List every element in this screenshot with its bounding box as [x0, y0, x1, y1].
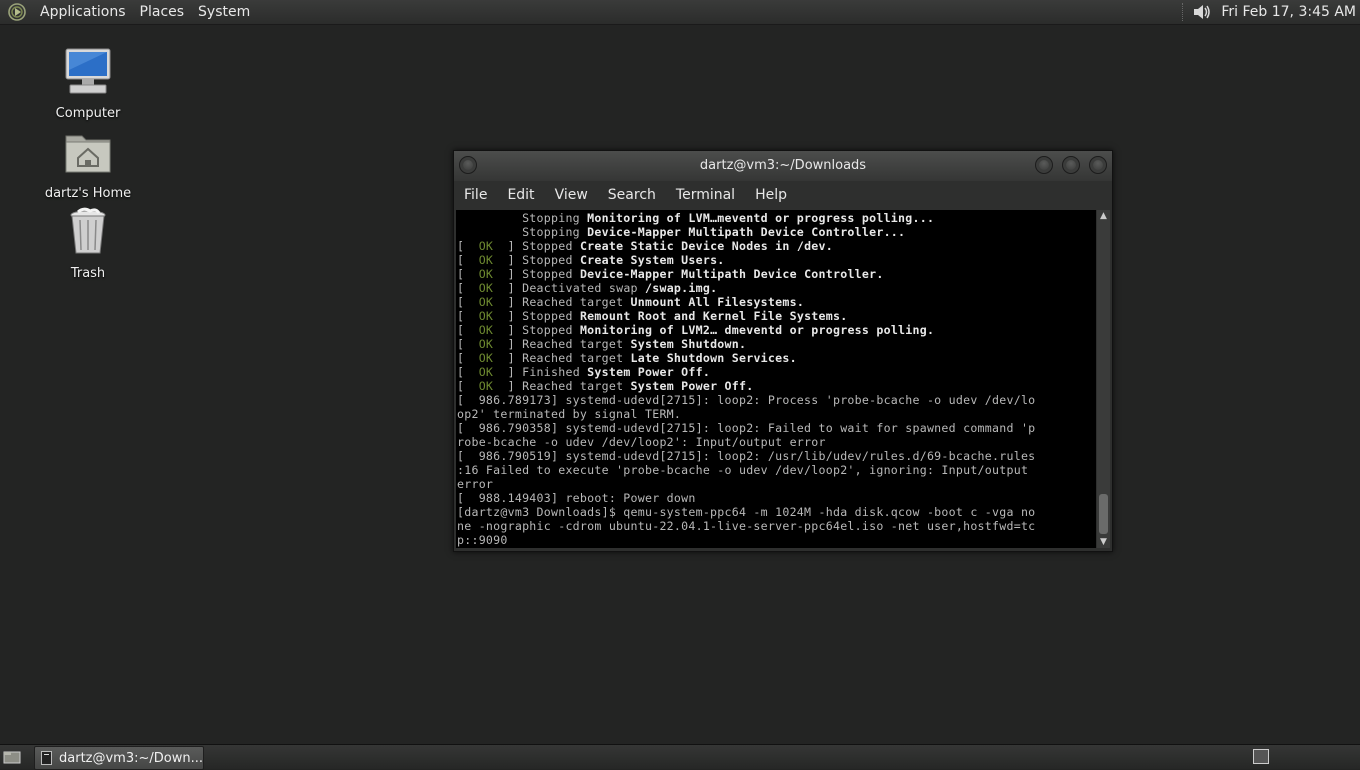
terminal-window[interactable]: dartz@vm3:~/Downloads File Edit View Sea…	[453, 150, 1113, 552]
unit-name: Unmount All Filesystems.	[630, 295, 805, 309]
unit-name: /swap.img.	[645, 281, 718, 295]
menu-terminal[interactable]: Terminal	[666, 181, 745, 209]
ok-status: OK	[478, 309, 494, 323]
scroll-thumb[interactable]	[1099, 494, 1108, 534]
unit-name: Create Static Device Nodes in /dev.	[579, 239, 833, 253]
bottom-panel: dartz@vm3:~/Down...	[0, 744, 1360, 770]
ok-status: OK	[478, 337, 494, 351]
scroll-down-arrow-icon[interactable]: ▼	[1097, 536, 1110, 548]
distro-logo-icon[interactable]	[7, 2, 27, 22]
desktop-icon-trash[interactable]: Trash	[33, 206, 143, 281]
ok-status: OK	[478, 379, 494, 393]
workspace-switcher[interactable]	[1253, 749, 1269, 764]
ok-status: OK	[478, 253, 494, 267]
unit-name: System Shutdown.	[630, 337, 747, 351]
show-desktop-icon[interactable]	[3, 749, 21, 765]
unit-name: System Power Off.	[630, 379, 754, 393]
ok-status: OK	[478, 267, 494, 281]
desktop-icon-label: dartz's Home	[44, 186, 132, 201]
terminal-line: [ OK ] Reached target System Power Off.	[457, 379, 754, 393]
tray-separator	[1182, 3, 1185, 21]
home-folder-icon	[65, 135, 111, 173]
terminal-line: [ OK ] Finished System Power Off.	[457, 365, 711, 379]
menu-view[interactable]: View	[545, 181, 598, 209]
menu-edit[interactable]: Edit	[497, 181, 544, 209]
trash-icon	[70, 207, 106, 254]
unit-name: Remount Root and Kernel File Systems.	[579, 309, 848, 323]
window-titlebar[interactable]: dartz@vm3:~/Downloads	[454, 151, 1112, 181]
terminal-line: [ OK ] Stopped Create Static Device Node…	[457, 239, 833, 253]
terminal-line: [ OK ] Stopped Monitoring of LVM2… dmeve…	[457, 323, 935, 337]
terminal-line: robe-bcache -o udev /dev/loop2': Input/o…	[457, 435, 826, 449]
system-tray: Fri Feb 17, 3:45 AM	[1182, 0, 1356, 24]
task-label: dartz@vm3:~/Down...	[59, 750, 203, 766]
unit-name: Monitoring of LVM…meventd or progress po…	[587, 211, 935, 225]
menu-search[interactable]: Search	[598, 181, 666, 209]
desktop-icon-label: Trash	[70, 266, 106, 281]
terminal-line: [ OK ] Stopped Remount Root and Kernel F…	[457, 309, 848, 323]
unit-name: Create System Users.	[579, 253, 725, 267]
computer-icon	[65, 48, 111, 94]
minimize-button[interactable]	[1035, 156, 1053, 174]
terminal-line: Stopping Device-Mapper Multipath Device …	[457, 225, 906, 239]
places-menu[interactable]: Places	[133, 0, 192, 24]
terminal-output[interactable]: Stopping Monitoring of LVM…meventd or pr…	[456, 210, 1096, 548]
terminal-line: [ 986.789173] systemd-udevd[2715]: loop2…	[457, 393, 1036, 407]
scroll-up-arrow-icon[interactable]: ▲	[1097, 210, 1110, 222]
taskbar-terminal-button[interactable]: dartz@vm3:~/Down...	[34, 746, 204, 770]
unit-name: Device-Mapper Multipath Device Controlle…	[579, 267, 884, 281]
desktop-icon-label: Computer	[55, 106, 121, 121]
terminal-line: :16 Failed to execute 'probe-bcache -o u…	[457, 463, 1029, 477]
terminal-menubar: File Edit View Search Terminal Help	[454, 181, 1112, 209]
desktop-icon-home[interactable]: dartz's Home	[33, 126, 143, 201]
terminal-line: [ OK ] Deactivated swap /swap.img.	[457, 281, 718, 295]
terminal-line: [ 986.790519] systemd-udevd[2715]: loop2…	[457, 449, 1036, 463]
ok-status: OK	[478, 323, 494, 337]
terminal-line: [ OK ] Reached target Unmount All Filesy…	[457, 295, 805, 309]
ok-status: OK	[478, 365, 494, 379]
ok-status: OK	[478, 351, 494, 365]
applications-menu[interactable]: Applications	[33, 0, 133, 24]
terminal-line: [ OK ] Stopped Device-Mapper Multipath D…	[457, 267, 884, 281]
ok-status: OK	[478, 239, 494, 253]
terminal-text: Stopping Monitoring of LVM…meventd or pr…	[457, 211, 1035, 547]
terminal-line: p::9090	[457, 533, 508, 547]
terminal-line: [ 986.790358] systemd-udevd[2715]: loop2…	[457, 421, 1036, 435]
clock[interactable]: Fri Feb 17, 3:45 AM	[1221, 4, 1356, 20]
unit-name: Monitoring of LVM2… dmeventd or progress…	[579, 323, 935, 337]
close-button[interactable]	[1089, 156, 1107, 174]
top-panel: Applications Places System Fri Feb 17, 3…	[0, 0, 1360, 25]
terminal-line: [ 988.149403] reboot: Power down	[457, 491, 696, 505]
menu-file[interactable]: File	[454, 181, 497, 209]
terminal-line: [ OK ] Stopped Create System Users.	[457, 253, 725, 267]
terminal-line: op2' terminated by signal TERM.	[457, 407, 682, 421]
terminal-line: [ OK ] Reached target Late Shutdown Serv…	[457, 351, 797, 365]
unit-name: System Power Off.	[587, 365, 711, 379]
unit-name: Device-Mapper Multipath Device Controlle…	[587, 225, 906, 239]
ok-status: OK	[478, 281, 494, 295]
terminal-line: Stopping Monitoring of LVM…meventd or pr…	[457, 211, 935, 225]
window-title: dartz@vm3:~/Downloads	[699, 158, 867, 173]
system-menu[interactable]: System	[191, 0, 257, 24]
terminal-line: [dartz@vm3 Downloads]$ qemu-system-ppc64…	[457, 505, 1036, 519]
vertical-scrollbar[interactable]: ▲ ▼	[1097, 210, 1110, 548]
terminal-line: ne -nographic -cdrom ubuntu-22.04.1-live…	[457, 519, 1036, 533]
terminal-icon	[41, 751, 52, 765]
menu-help[interactable]: Help	[745, 181, 797, 209]
terminal-line: error	[457, 477, 494, 491]
ok-status: OK	[478, 295, 494, 309]
terminal-line: [ OK ] Reached target System Shutdown.	[457, 337, 747, 351]
desktop-icon-computer[interactable]: Computer	[33, 46, 143, 121]
volume-icon[interactable]	[1191, 2, 1213, 22]
unit-name: Late Shutdown Services.	[630, 351, 797, 365]
maximize-button[interactable]	[1062, 156, 1080, 174]
